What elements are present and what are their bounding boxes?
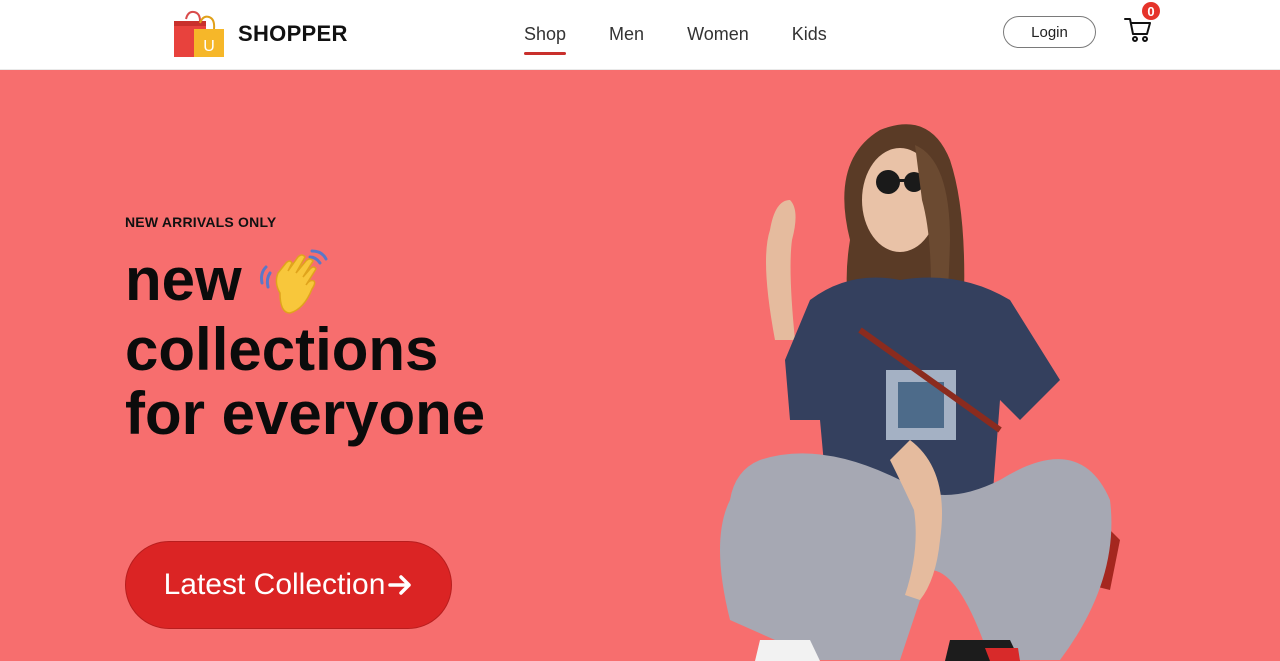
hero-section: NEW ARRIVALS ONLY new collections for ev… (0, 70, 1280, 661)
headline-line-2: collections (125, 316, 439, 383)
brand-name: SHOPPER (238, 21, 348, 46)
cart-count-badge: 0 (1142, 2, 1160, 20)
hero-headline: new collections for everyone (125, 242, 485, 446)
headline-line-3: for everyone (125, 380, 486, 447)
hero-model-image (720, 124, 1120, 661)
cart-icon (1124, 18, 1151, 42)
hero-eyebrow: NEW ARRIVALS ONLY (125, 214, 277, 230)
nav-item-men[interactable]: Men (609, 24, 644, 53)
waving-hand-icon (259, 249, 328, 314)
headline-line-1: new (125, 246, 242, 313)
cart-button[interactable] (1124, 16, 1154, 46)
cta-label: Latest Collection (163, 568, 386, 601)
brand-logo[interactable]: U SHOPPER (172, 9, 348, 59)
logo-letter: U (203, 38, 215, 55)
latest-collection-button[interactable]: Latest Collection (125, 541, 452, 629)
main-menu: Shop Men Women Kids (524, 24, 827, 55)
nav-item-women[interactable]: Women (687, 24, 749, 53)
arrow-right-icon (388, 575, 412, 595)
shopping-bag-logo-icon: U (174, 10, 224, 57)
nav-item-kids[interactable]: Kids (792, 24, 827, 53)
navbar: U SHOPPER Shop Men Women Kids Login 0 (0, 0, 1280, 70)
nav-item-shop[interactable]: Shop (524, 24, 567, 55)
login-button[interactable]: Login (1003, 16, 1096, 48)
